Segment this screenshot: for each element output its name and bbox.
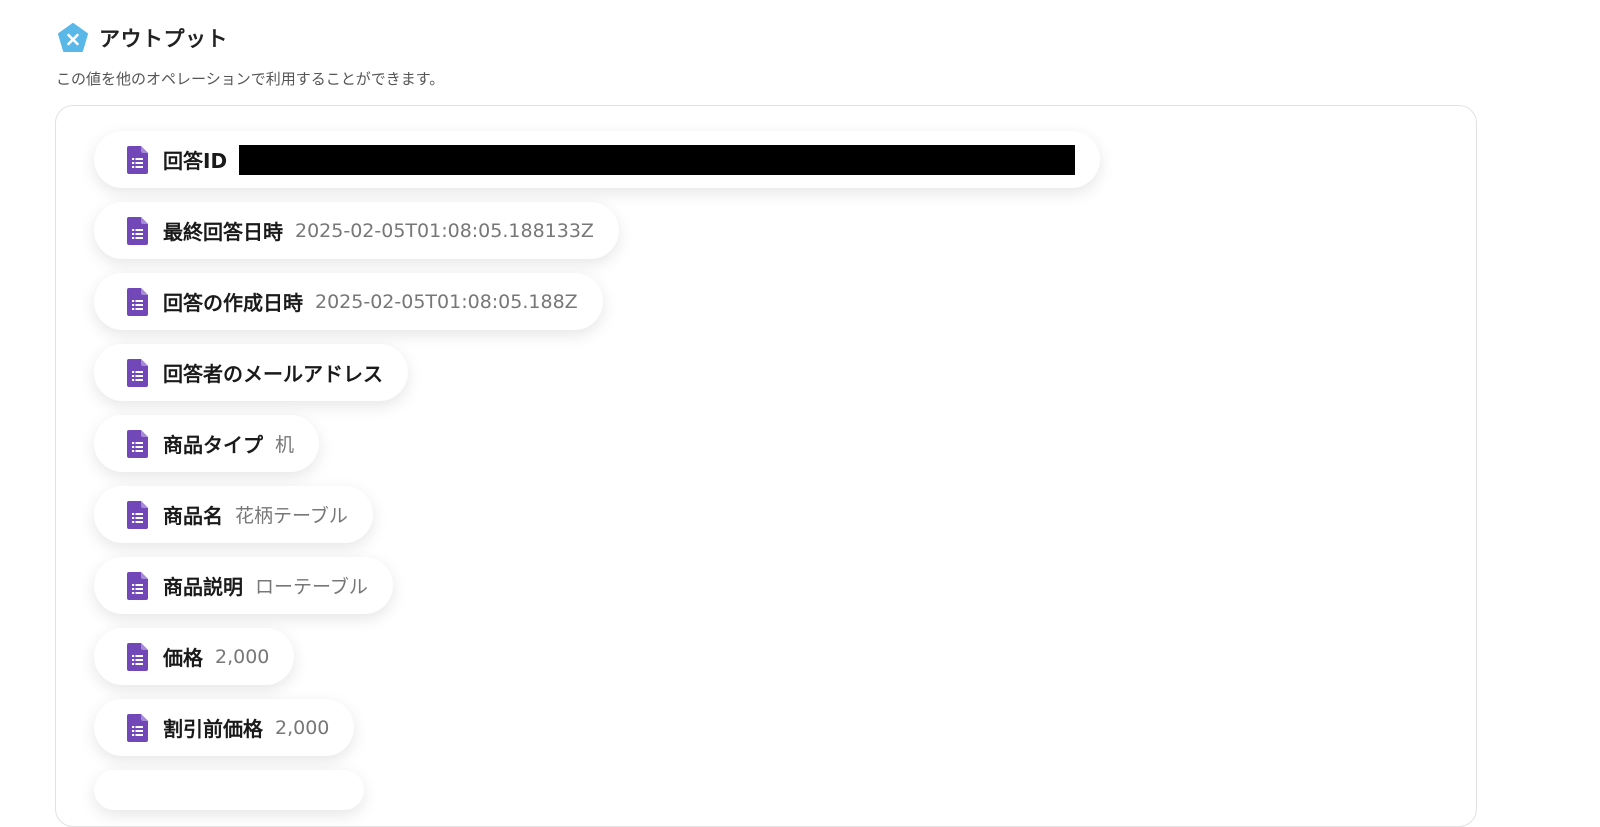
output-label: 回答ID <box>163 149 228 173</box>
google-forms-icon <box>127 287 148 316</box>
output-list: 回答ID 最終回答日時 2025-02-05T01:08:05.188133Z <box>94 131 1101 810</box>
output-chip-response-id[interactable]: 回答ID <box>94 131 1101 188</box>
output-chip-created-at[interactable]: 回答の作成日時 2025-02-05T01:08:05.188Z <box>94 273 603 330</box>
output-chip-product-type[interactable]: 商品タイプ 机 <box>94 415 320 472</box>
output-value: 2025-02-05T01:08:05.188Z <box>315 290 578 313</box>
output-label: 商品タイプ <box>163 433 263 457</box>
output-chip-price[interactable]: 価格 2,000 <box>94 628 295 685</box>
output-chip-product-description[interactable]: 商品説明 ローテーブル <box>94 557 393 614</box>
output-label: 回答者のメールアドレス <box>163 362 383 386</box>
output-value: 2,000 <box>275 716 330 739</box>
output-chip-partial[interactable] <box>94 770 364 810</box>
google-forms-icon <box>127 500 148 529</box>
yoom-logo-icon <box>58 23 88 52</box>
google-forms-icon <box>127 145 148 174</box>
output-label: 回答の作成日時 <box>163 291 303 315</box>
output-label: 商品名 <box>163 504 223 528</box>
page-subtitle: この値を他のオペレーションで利用することができます。 <box>56 70 445 88</box>
google-forms-icon <box>127 713 148 742</box>
output-label: 最終回答日時 <box>163 220 283 244</box>
google-forms-icon <box>127 216 148 245</box>
google-forms-icon <box>127 642 148 671</box>
output-chip-respondent-email[interactable]: 回答者のメールアドレス <box>94 344 408 401</box>
redacted-value <box>239 144 1076 175</box>
output-header: アウトプット <box>57 22 228 54</box>
output-chip-original-price[interactable]: 割引前価格 2,000 <box>94 699 355 756</box>
output-chip-last-submitted[interactable]: 最終回答日時 2025-02-05T01:08:05.188133Z <box>94 202 619 259</box>
output-label: 商品説明 <box>163 575 243 599</box>
output-value: 2025-02-05T01:08:05.188133Z <box>295 219 594 242</box>
output-chip-product-name[interactable]: 商品名 花柄テーブル <box>94 486 373 543</box>
output-label: 価格 <box>163 646 203 670</box>
google-forms-icon <box>127 571 148 600</box>
output-value: 机 <box>275 434 295 456</box>
output-panel: 回答ID 最終回答日時 2025-02-05T01:08:05.188133Z <box>55 105 1477 827</box>
page-title: アウトプット <box>99 27 228 51</box>
output-label: 割引前価格 <box>163 717 263 741</box>
output-value: 花柄テーブル <box>235 505 348 527</box>
output-value: ローテーブル <box>255 576 368 598</box>
google-forms-icon <box>127 358 148 387</box>
output-value: 2,000 <box>215 645 270 668</box>
google-forms-icon <box>127 429 148 458</box>
